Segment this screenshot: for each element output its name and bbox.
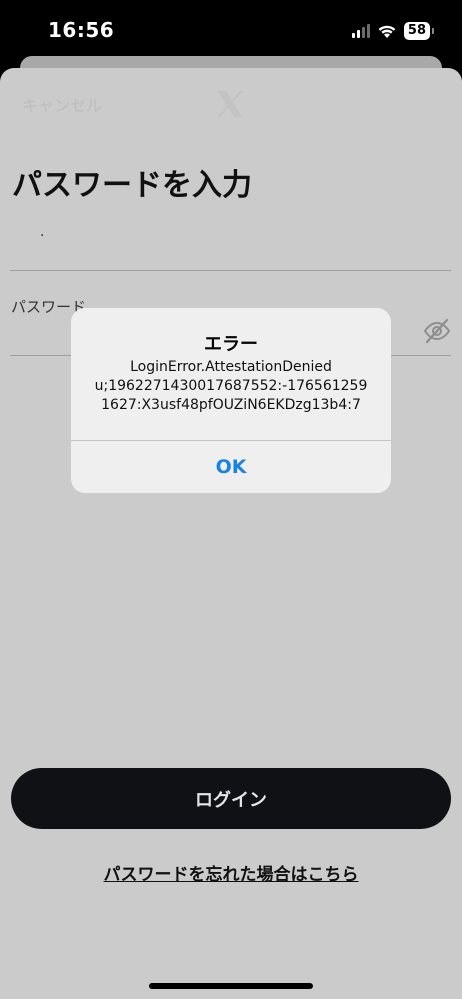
error-alert-dialog: エラー LoginError.AttestationDenied u;19622… (71, 308, 391, 493)
status-time: 16:56 (48, 18, 115, 42)
login-button[interactable]: ログイン (11, 768, 451, 829)
alert-message: LoginError.AttestationDenied u;196227143… (94, 359, 368, 413)
battery-indicator: 58 (403, 22, 435, 40)
alert-title: エラー (204, 334, 258, 355)
alert-ok-button[interactable]: OK (71, 441, 391, 493)
forgot-password-link[interactable]: パスワードを忘れた場合はこちら (104, 865, 359, 885)
page-title: パスワードを入力 (12, 168, 252, 203)
status-bar: 16:56 58 (0, 0, 462, 60)
cellular-signal-icon (351, 24, 370, 38)
forgot-password-container: パスワードを忘れた場合はこちら (0, 860, 462, 885)
status-icons: 58 (351, 20, 435, 42)
screen: 16:56 58 キャンセル パスワードを入力 · パスワード エラー Logi… (0, 0, 462, 999)
home-indicator[interactable] (149, 983, 313, 989)
username-field[interactable]: · (40, 228, 44, 244)
wifi-icon (378, 25, 396, 38)
x-logo-icon (217, 91, 243, 117)
username-divider (10, 270, 451, 271)
eye-slash-icon[interactable] (422, 316, 452, 346)
cancel-button[interactable]: キャンセル (22, 92, 102, 116)
